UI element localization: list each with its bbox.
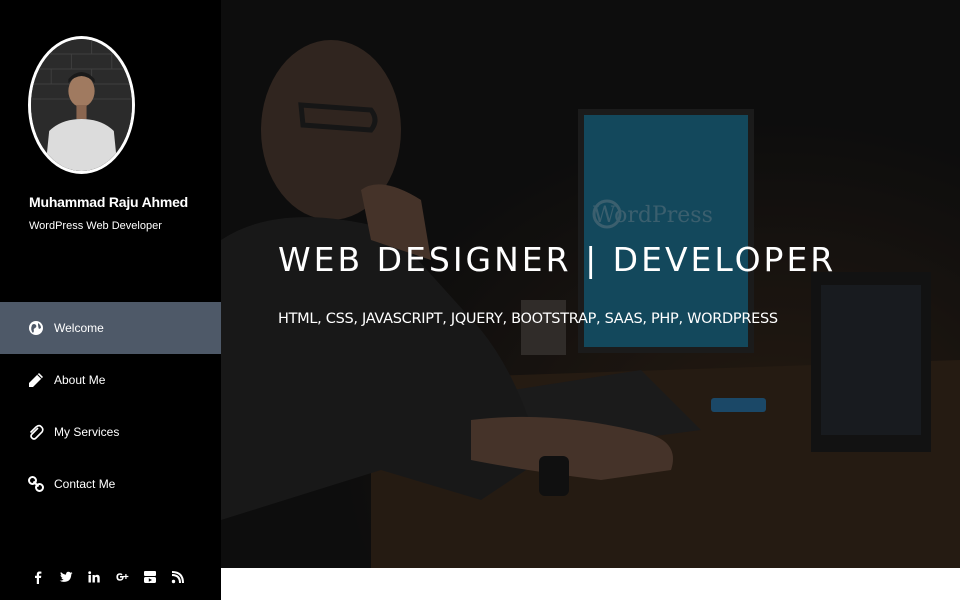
linkedin-icon[interactable] xyxy=(80,566,108,588)
hero-subtitle: HTML, CSS, JAVASCRIPT, JQUERY, BOOTSTRAP… xyxy=(278,311,778,327)
paperclip-icon xyxy=(27,423,45,441)
sidebar-item-label: My Services xyxy=(54,425,120,439)
content-area xyxy=(221,568,960,600)
sidebar-item-services[interactable]: My Services xyxy=(0,406,221,458)
hero-title: WEB DESIGNER | DEVELOPER xyxy=(278,240,837,279)
hero-section: WordPress WEB DESIGNER | DEVELOPER HTML,… xyxy=(221,0,960,568)
sidebar-item-label: Welcome xyxy=(54,321,104,335)
avatar xyxy=(28,36,135,174)
twitter-icon[interactable] xyxy=(52,566,80,588)
globe-icon xyxy=(27,319,45,337)
link-icon xyxy=(27,475,45,493)
sidebar: Muhammad Raju Ahmed WordPress Web Develo… xyxy=(0,0,221,600)
sidebar-item-contact[interactable]: Contact Me xyxy=(0,458,221,510)
sidebar-item-label: About Me xyxy=(54,373,106,387)
sidebar-item-welcome[interactable]: Welcome xyxy=(0,302,221,354)
profile-name: Muhammad Raju Ahmed xyxy=(29,194,189,210)
sidebar-item-about[interactable]: About Me xyxy=(0,354,221,406)
profile-photo xyxy=(31,39,132,171)
rss-icon[interactable] xyxy=(164,566,192,588)
pencil-icon xyxy=(27,371,45,389)
facebook-icon[interactable] xyxy=(24,566,52,588)
google-plus-icon[interactable] xyxy=(108,566,136,588)
sidebar-item-label: Contact Me xyxy=(54,477,116,491)
profile-role: WordPress Web Developer xyxy=(29,220,162,232)
sidebar-nav: Welcome About Me My Services Contact Me xyxy=(0,302,221,510)
youtube-icon[interactable] xyxy=(136,566,164,588)
social-links xyxy=(24,566,192,588)
hero-overlay xyxy=(221,0,960,568)
